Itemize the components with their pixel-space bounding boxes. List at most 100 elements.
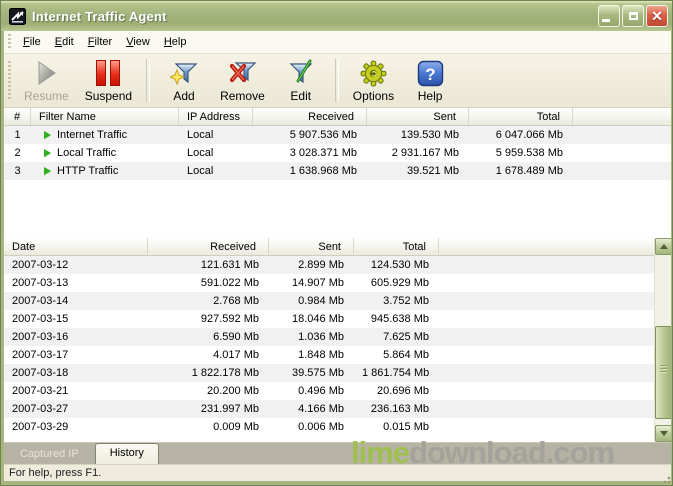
cell-date: 2007-03-18 (4, 364, 148, 382)
col-ip-address[interactable]: IP Address (179, 108, 253, 125)
window-title: Internet Traffic Agent (32, 9, 167, 24)
cell-date: 2007-03-29 (4, 418, 148, 436)
edit-filter-button[interactable]: Edit (273, 54, 329, 107)
pause-icon (96, 58, 120, 88)
history-row[interactable]: 2007-03-14 2.768 Mb 0.984 Mb 3.752 Mb (4, 292, 654, 310)
cell-total: 5 959.538 Mb (469, 144, 573, 162)
history-row[interactable]: 2007-03-29 0.009 Mb 0.006 Mb 0.015 Mb (4, 418, 654, 436)
cell-sent: 18.046 Mb (269, 310, 354, 328)
cell-total: 605.929 Mb (354, 274, 439, 292)
filters-panel: # Filter Name IP Address Received Sent T… (4, 108, 671, 238)
col-filler (439, 238, 654, 255)
cell-received: 3 028.371 Mb (253, 144, 367, 162)
title-bar[interactable]: Internet Traffic Agent ✕ (1, 1, 673, 31)
cell-received: 121.631 Mb (148, 256, 269, 274)
cell-total: 5.864 Mb (354, 346, 439, 364)
running-filter-icon (44, 131, 51, 139)
col-total[interactable]: Total (354, 238, 439, 255)
cell-sent: 1.848 Mb (269, 346, 354, 364)
cell-number: 3 (4, 162, 31, 180)
cell-ip: Local (179, 144, 253, 162)
menu-help[interactable]: Help (157, 34, 194, 50)
col-sent[interactable]: Sent (269, 238, 354, 255)
history-row[interactable]: 2007-03-12 121.631 Mb 2.899 Mb 124.530 M… (4, 256, 654, 274)
cell-sent: 2 931.167 Mb (367, 144, 469, 162)
vertical-scrollbar[interactable] (654, 238, 671, 442)
cell-number: 2 (4, 144, 31, 162)
running-filter-icon (44, 167, 51, 175)
filter-row[interactable]: 3 HTTP Traffic Local 1 638.968 Mb 39.521… (4, 162, 671, 180)
scrollbar-thumb[interactable] (655, 326, 671, 419)
cell-total: 236.163 Mb (354, 400, 439, 418)
cell-sent: 0.984 Mb (269, 292, 354, 310)
app-window: Internet Traffic Agent ✕ File Edit Filte… (0, 0, 673, 486)
cell-total: 3.752 Mb (354, 292, 439, 310)
history-row[interactable]: 2007-03-13 591.022 Mb 14.907 Mb 605.929 … (4, 274, 654, 292)
cell-total: 7.625 Mb (354, 328, 439, 346)
cell-total: 1 861.754 Mb (354, 364, 439, 382)
col-received[interactable]: Received (148, 238, 269, 255)
close-button[interactable]: ✕ (646, 5, 668, 27)
history-row[interactable]: 2007-03-21 20.200 Mb 0.496 Mb 20.696 Mb (4, 382, 654, 400)
minimize-button[interactable] (598, 5, 620, 27)
col-total[interactable]: Total (469, 108, 573, 125)
cell-date: 2007-03-14 (4, 292, 148, 310)
chevron-up-icon (660, 244, 668, 249)
cell-total: 6 047.066 Mb (469, 126, 573, 144)
cell-received: 5 907.536 Mb (253, 126, 367, 144)
scroll-down-button[interactable] (655, 425, 671, 442)
col-filter-name[interactable]: Filter Name (31, 108, 179, 125)
cell-sent: 0.496 Mb (269, 382, 354, 400)
cell-date: 2007-03-21 (4, 382, 148, 400)
cell-sent: 0.006 Mb (269, 418, 354, 436)
maximize-icon (629, 12, 638, 20)
help-button[interactable]: ? Help (402, 54, 458, 107)
cell-total: 945.638 Mb (354, 310, 439, 328)
status-bar: For help, press F1. (4, 464, 671, 481)
col-received[interactable]: Received (253, 108, 367, 125)
history-row[interactable]: 2007-03-17 4.017 Mb 1.848 Mb 5.864 Mb (4, 346, 654, 364)
resume-button[interactable]: Resume (16, 54, 77, 107)
history-panel: Date Received Sent Total 2007-03-12 121.… (4, 238, 671, 442)
menu-view[interactable]: View (119, 34, 157, 50)
filter-row[interactable]: 2 Local Traffic Local 3 028.371 Mb 2 931… (4, 144, 671, 162)
history-row[interactable]: 2007-03-15 927.592 Mb 18.046 Mb 945.638 … (4, 310, 654, 328)
menu-filter[interactable]: Filter (81, 34, 119, 50)
options-button[interactable]: Options (345, 54, 402, 107)
col-number[interactable]: # (4, 108, 31, 125)
cell-sent: 2.899 Mb (269, 256, 354, 274)
toolbar-separator (335, 59, 339, 102)
cell-date: 2007-03-12 (4, 256, 148, 274)
cell-received: 1 638.968 Mb (253, 162, 367, 180)
history-row[interactable]: 2007-03-27 231.997 Mb 4.166 Mb 236.163 M… (4, 400, 654, 418)
menu-file[interactable]: File (16, 34, 48, 50)
cell-received: 927.592 Mb (148, 310, 269, 328)
filter-row[interactable]: 1 Internet Traffic Local 5 907.536 Mb 13… (4, 126, 671, 144)
suspend-button[interactable]: Suspend (77, 54, 140, 107)
cell-received: 591.022 Mb (148, 274, 269, 292)
menu-edit[interactable]: Edit (48, 34, 81, 50)
tab-history[interactable]: History (95, 443, 159, 464)
history-row[interactable]: 2007-03-18 1 822.178 Mb 39.575 Mb 1 861.… (4, 364, 654, 382)
cell-number: 1 (4, 126, 31, 144)
resize-grip[interactable] (659, 472, 671, 484)
col-date[interactable]: Date (4, 238, 148, 255)
menu-gripper[interactable] (8, 34, 11, 49)
minimize-icon (602, 19, 610, 22)
toolbar-gripper[interactable] (8, 61, 11, 101)
filter-add-icon (170, 58, 198, 88)
history-row[interactable]: 2007-03-16 6.590 Mb 1.036 Mb 7.625 Mb (4, 328, 654, 346)
cell-date: 2007-03-17 (4, 346, 148, 364)
col-sent[interactable]: Sent (367, 108, 469, 125)
scroll-up-button[interactable] (655, 238, 671, 255)
cell-date: 2007-03-16 (4, 328, 148, 346)
remove-filter-button[interactable]: Remove (212, 54, 273, 107)
status-text: For help, press F1. (4, 467, 101, 479)
maximize-button[interactable] (622, 5, 644, 27)
running-filter-icon (44, 149, 51, 157)
cell-sent: 139.530 Mb (367, 126, 469, 144)
cell-received: 6.590 Mb (148, 328, 269, 346)
add-filter-button[interactable]: Add (156, 54, 212, 107)
cell-filter-name: Local Traffic (31, 144, 179, 162)
tab-captured-ip[interactable]: Captured IP (6, 445, 93, 464)
